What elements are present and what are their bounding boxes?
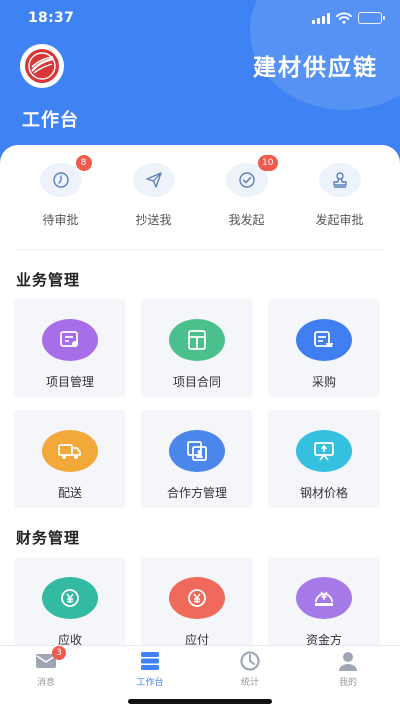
yen-pay-icon [169, 577, 225, 619]
divider [14, 249, 386, 250]
grid-item-label: 合作方管理 [166, 486, 227, 500]
wifi-icon [336, 12, 352, 24]
grid-item-project-contract[interactable]: 项目合同 [141, 299, 253, 397]
grid-item-label: 应付 [184, 633, 209, 645]
yen-receive-icon [42, 577, 98, 619]
grid-item-label: 项目合同 [172, 375, 221, 389]
stamp-icon [318, 163, 361, 197]
status-icons [312, 12, 385, 24]
grid-item-purchase[interactable]: 采购 [268, 299, 380, 397]
grid-item-label: 应收 [57, 633, 82, 645]
status-bar: 18:37 [0, 0, 400, 36]
workbench-icon [138, 650, 162, 672]
grid-item-partner-management[interactable]: 合作方管理 [141, 410, 253, 508]
quick-action-start-approval[interactable]: 发起审批 [293, 163, 386, 245]
grid-item-project-management[interactable]: 项目管理 [14, 299, 126, 397]
purchase-cart-icon [296, 319, 352, 361]
tab-label: 消息 [36, 678, 55, 688]
tab-mine[interactable]: 我的 [318, 650, 378, 688]
quick-actions: 8 待审批 抄送我 10 我发起 发起审批 [14, 155, 386, 245]
price-board-icon [296, 430, 352, 472]
section-title-business: 业务管理 [16, 271, 81, 289]
home-indicator [128, 699, 272, 704]
grid-item-label: 资金方 [305, 633, 342, 645]
truck-icon [42, 430, 98, 472]
quick-action-label: 发起审批 [315, 213, 364, 227]
tab-messages[interactable]: 3 消息 [16, 646, 76, 688]
partner-icon [169, 430, 225, 472]
grid-item-payable[interactable]: 应付 [141, 557, 253, 645]
grid-item-funder[interactable]: 资金方 [268, 557, 380, 645]
quick-action-label: 待审批 [42, 213, 79, 227]
tab-label: 工作台 [136, 678, 164, 688]
user-icon [336, 650, 360, 672]
pending-approval-badge: 8 [75, 155, 92, 171]
initiated-badge: 10 [258, 155, 278, 171]
signal-icon [312, 12, 330, 24]
quick-action-initiated-by-me[interactable]: 10 我发起 [200, 155, 293, 245]
section-title-finance: 财务管理 [16, 529, 81, 547]
grid-item-label: 钢材价格 [299, 486, 348, 500]
grid-item-delivery[interactable]: 配送 [14, 410, 126, 508]
grid-item-label: 配送 [57, 486, 82, 500]
yen-funder-icon [296, 577, 352, 619]
send-icon [132, 163, 175, 197]
clock-icon: 8 [39, 155, 92, 197]
grid-item-steel-price[interactable]: 钢材价格 [268, 410, 380, 508]
project-doc-icon [42, 319, 98, 361]
main-content: 8 待审批 抄送我 10 我发起 发起审批 业务管理 项目管理 项目合同 采购 … [0, 145, 400, 645]
contract-icon [169, 319, 225, 361]
app-title: 建材供应链 [253, 55, 378, 81]
grid-item-receivable[interactable]: 应收 [14, 557, 126, 645]
logo-icon [25, 49, 59, 83]
messages-badge: 3 [52, 646, 66, 660]
quick-action-label: 抄送我 [135, 213, 172, 227]
status-time: 18:37 [28, 10, 75, 26]
quick-action-label: 我发起 [228, 213, 265, 227]
statistics-icon [238, 650, 262, 672]
app-logo [20, 44, 64, 88]
message-icon: 3 [34, 646, 66, 672]
page-title: 工作台 [22, 110, 79, 131]
tab-statistics[interactable]: 统计 [220, 650, 280, 688]
tab-label: 统计 [240, 678, 259, 688]
quick-action-pending-approval[interactable]: 8 待审批 [14, 155, 107, 245]
grid-item-label: 采购 [311, 375, 336, 389]
tab-label: 我的 [338, 678, 357, 688]
check-circle-icon: 10 [225, 155, 278, 197]
tab-workbench[interactable]: 工作台 [120, 650, 180, 688]
quick-action-cc-me[interactable]: 抄送我 [107, 163, 200, 245]
grid-item-label: 项目管理 [45, 375, 94, 389]
battery-icon [358, 12, 385, 24]
